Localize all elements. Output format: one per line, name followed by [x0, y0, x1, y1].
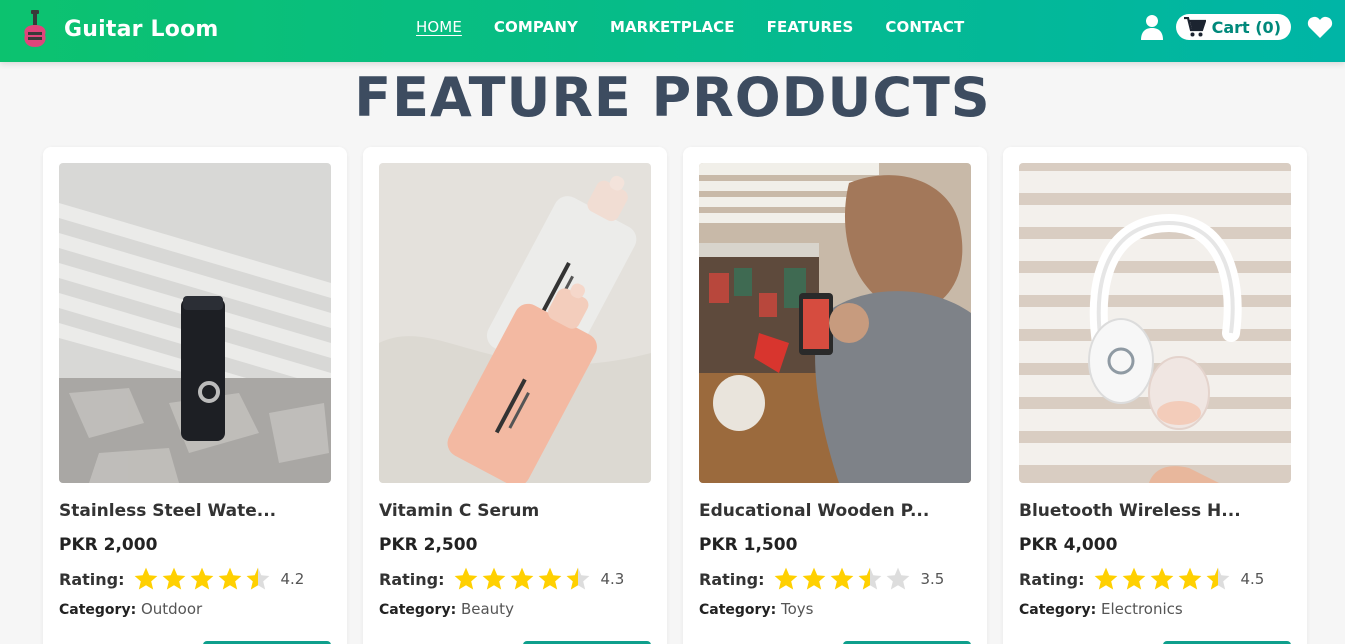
section-title: FEATURE PRODUCTS [354, 66, 991, 129]
half-star-icon [1206, 567, 1229, 590]
product-card[interactable]: Educational Wooden P... PKR 1,500 Rating… [683, 147, 987, 644]
rating-value: 4.3 [600, 570, 625, 588]
star-icon [1094, 567, 1117, 590]
star-rating [453, 566, 591, 592]
rating-value: 3.5 [920, 570, 945, 588]
category-value: Beauty [460, 600, 514, 618]
star-icon [774, 567, 797, 590]
product-name[interactable]: Educational Wooden P... [699, 501, 971, 521]
brand[interactable]: Guitar Loom [20, 10, 219, 48]
nav-features[interactable]: FEATURES [767, 18, 854, 36]
nav-marketplace[interactable]: MARKETPLACE [610, 18, 735, 36]
star-icon [1122, 567, 1145, 590]
cart-button[interactable]: Cart (0) [1175, 14, 1291, 40]
star-icon [1178, 567, 1201, 590]
star-icon [538, 567, 561, 590]
star-icon [454, 567, 477, 590]
half-star-icon [566, 567, 589, 590]
product-card[interactable]: Vitamin C Serum PKR 2,500 Rating: 4.3 Ca… [363, 147, 667, 644]
product-category: Category: Beauty [379, 600, 651, 618]
star-rating [773, 566, 911, 592]
product-name[interactable]: Stainless Steel Wate... [59, 501, 331, 521]
product-price: PKR 2,000 [59, 535, 158, 555]
product-name[interactable]: Bluetooth Wireless H... [1019, 501, 1291, 521]
star-icon [510, 567, 533, 590]
cart-icon [1183, 17, 1206, 37]
star-icon [830, 567, 853, 590]
empty-star-icon [886, 567, 909, 590]
product-rating: Rating: 3.5 [699, 566, 971, 592]
rating-label: Rating: [59, 569, 125, 589]
user-icon[interactable] [1140, 14, 1164, 40]
product-rating: Rating: 4.5 [1019, 566, 1291, 592]
product-category: Category: Toys [699, 600, 971, 618]
product-category: Category: Electronics [1019, 600, 1291, 618]
navbar: Guitar Loom HOME COMPANY MARKETPLACE FEA… [0, 0, 1345, 62]
rating-label: Rating: [699, 569, 765, 589]
star-icon [802, 567, 825, 590]
category-label: Category: [699, 602, 777, 618]
star-icon [162, 567, 185, 590]
product-name[interactable]: Vitamin C Serum [379, 501, 651, 521]
product-price: PKR 2,500 [379, 535, 478, 555]
nav-contact[interactable]: CONTACT [885, 18, 964, 36]
star-icon [218, 567, 241, 590]
rating-value: 4.2 [280, 570, 305, 588]
half-star-icon [858, 567, 881, 590]
rating-label: Rating: [1019, 569, 1085, 589]
category-value: Toys [780, 600, 814, 618]
category-label: Category: [59, 602, 137, 618]
cart-label: Cart (0) [1211, 17, 1281, 37]
category-value: Outdoor [140, 600, 203, 618]
product-category: Category: Outdoor [59, 600, 331, 618]
product-grid: Stainless Steel Wate... PKR 2,000 Rating… [43, 147, 1307, 644]
star-icon [1150, 567, 1173, 590]
product-price: PKR 1,500 [699, 535, 798, 555]
header-actions: Cart (0) [1140, 14, 1333, 40]
rating-value: 4.5 [1240, 570, 1265, 588]
star-rating [133, 566, 271, 592]
half-star-icon [246, 567, 269, 590]
star-rating [1093, 566, 1231, 592]
product-image-headphones[interactable] [1019, 163, 1291, 483]
product-card[interactable]: Bluetooth Wireless H... PKR 4,000 Rating… [1003, 147, 1307, 644]
category-value: Electronics [1100, 600, 1183, 618]
product-image-water-bottle[interactable] [59, 163, 331, 483]
category-label: Category: [379, 602, 457, 618]
star-icon [134, 567, 157, 590]
heart-icon[interactable] [1307, 15, 1333, 39]
rating-label: Rating: [379, 569, 445, 589]
nav-company[interactable]: COMPANY [494, 18, 578, 36]
guitar-logo-icon [24, 10, 46, 47]
star-icon [482, 567, 505, 590]
category-label: Category: [1019, 602, 1097, 618]
product-price: PKR 4,000 [1019, 535, 1118, 555]
product-rating: Rating: 4.3 [379, 566, 651, 592]
star-icon [190, 567, 213, 590]
product-card[interactable]: Stainless Steel Wate... PKR 2,000 Rating… [43, 147, 347, 644]
product-image-wooden-puzzle[interactable] [699, 163, 971, 483]
main-nav: HOME COMPANY MARKETPLACE FEATURES CONTAC… [416, 18, 964, 36]
brand-name: Guitar Loom [64, 16, 219, 42]
nav-home[interactable]: HOME [416, 18, 462, 36]
product-image-serum[interactable] [379, 163, 651, 483]
product-rating: Rating: 4.2 [59, 566, 331, 592]
